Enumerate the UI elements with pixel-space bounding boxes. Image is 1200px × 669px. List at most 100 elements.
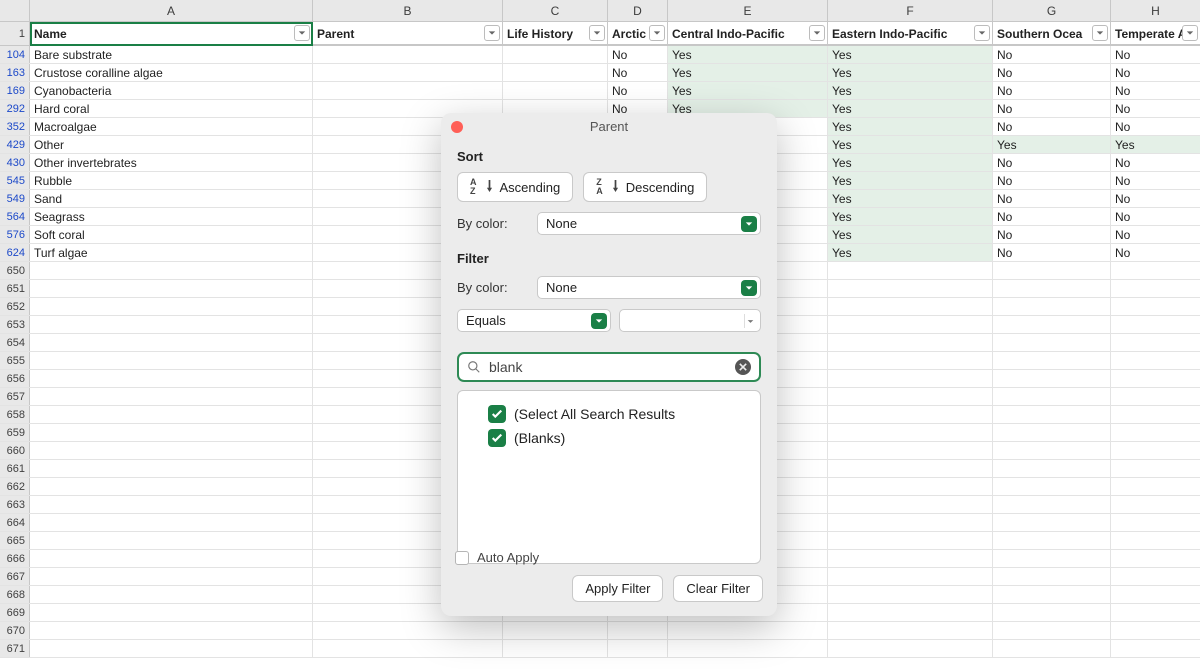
- cell[interactable]: Yes: [828, 100, 993, 117]
- cell[interactable]: No: [993, 226, 1111, 243]
- sort-by-color-select[interactable]: None: [537, 212, 761, 235]
- filter-condition-select[interactable]: Equals: [457, 309, 611, 332]
- cell[interactable]: [1111, 316, 1200, 333]
- cell[interactable]: No: [993, 190, 1111, 207]
- cell[interactable]: No: [1111, 172, 1200, 189]
- cell[interactable]: [993, 460, 1111, 477]
- cell[interactable]: [30, 298, 313, 315]
- row-header[interactable]: 665: [0, 532, 30, 549]
- select-all-corner[interactable]: [0, 0, 30, 21]
- cell[interactable]: [993, 586, 1111, 603]
- cell[interactable]: Macroalgae: [30, 118, 313, 135]
- cell[interactable]: [30, 568, 313, 585]
- row-header[interactable]: 1: [0, 22, 30, 45]
- cell[interactable]: [1111, 352, 1200, 369]
- row-header[interactable]: 651: [0, 280, 30, 297]
- cell[interactable]: [1111, 262, 1200, 279]
- row-header[interactable]: 664: [0, 514, 30, 531]
- row-header[interactable]: 667: [0, 568, 30, 585]
- header-cell-ta[interactable]: Temperate A: [1111, 22, 1200, 45]
- cell[interactable]: [828, 334, 993, 351]
- cell[interactable]: [1111, 424, 1200, 441]
- col-header-B[interactable]: B: [313, 0, 503, 21]
- cell[interactable]: [30, 280, 313, 297]
- cell[interactable]: [30, 622, 313, 639]
- cell[interactable]: [993, 514, 1111, 531]
- sort-descending-button[interactable]: ZA Descending: [583, 172, 707, 202]
- select-all-search-results[interactable]: (Select All Search Results: [488, 405, 750, 423]
- cell[interactable]: No: [993, 154, 1111, 171]
- cell[interactable]: [30, 442, 313, 459]
- cell[interactable]: [503, 46, 608, 63]
- row-header[interactable]: 657: [0, 388, 30, 405]
- row-header[interactable]: 104: [0, 46, 30, 63]
- header-cell-name[interactable]: Name: [30, 22, 313, 45]
- cell[interactable]: [993, 568, 1111, 585]
- filter-option-blanks[interactable]: (Blanks): [488, 429, 750, 447]
- cell[interactable]: [30, 334, 313, 351]
- cell[interactable]: [313, 82, 503, 99]
- cell[interactable]: [993, 334, 1111, 351]
- cell[interactable]: [828, 514, 993, 531]
- cell[interactable]: [993, 298, 1111, 315]
- row-header[interactable]: 661: [0, 460, 30, 477]
- cell[interactable]: No: [1111, 154, 1200, 171]
- cell[interactable]: [30, 460, 313, 477]
- cell[interactable]: Yes: [1111, 136, 1200, 153]
- cell[interactable]: No: [608, 82, 668, 99]
- col-header-C[interactable]: C: [503, 0, 608, 21]
- filter-dropdown-icon[interactable]: [809, 25, 825, 41]
- row-header[interactable]: 650: [0, 262, 30, 279]
- cell[interactable]: No: [1111, 46, 1200, 63]
- cell[interactable]: [1111, 586, 1200, 603]
- row-header[interactable]: 576: [0, 226, 30, 243]
- cell[interactable]: No: [1111, 226, 1200, 243]
- cell[interactable]: Yes: [828, 172, 993, 189]
- close-icon[interactable]: [451, 121, 463, 133]
- cell[interactable]: [993, 352, 1111, 369]
- cell[interactable]: Yes: [828, 226, 993, 243]
- cell[interactable]: [828, 388, 993, 405]
- cell[interactable]: [828, 532, 993, 549]
- clear-search-icon[interactable]: [735, 359, 751, 375]
- cell[interactable]: No: [1111, 118, 1200, 135]
- cell[interactable]: [30, 424, 313, 441]
- row-header[interactable]: 663: [0, 496, 30, 513]
- row-header[interactable]: 660: [0, 442, 30, 459]
- cell[interactable]: Rubble: [30, 172, 313, 189]
- row-header[interactable]: 655: [0, 352, 30, 369]
- cell[interactable]: Yes: [828, 46, 993, 63]
- filter-dropdown-icon[interactable]: [1092, 25, 1108, 41]
- cell[interactable]: [1111, 622, 1200, 639]
- cell[interactable]: No: [1111, 64, 1200, 81]
- cell[interactable]: Yes: [828, 118, 993, 135]
- cell[interactable]: [993, 478, 1111, 495]
- cell[interactable]: No: [608, 46, 668, 63]
- cell[interactable]: [993, 406, 1111, 423]
- cell[interactable]: [993, 424, 1111, 441]
- filter-dropdown-icon[interactable]: [589, 25, 605, 41]
- cell[interactable]: [30, 262, 313, 279]
- cell[interactable]: No: [993, 172, 1111, 189]
- cell[interactable]: [1111, 640, 1200, 657]
- cell[interactable]: [828, 424, 993, 441]
- cell[interactable]: No: [993, 46, 1111, 63]
- row-header[interactable]: 352: [0, 118, 30, 135]
- cell[interactable]: [993, 622, 1111, 639]
- cell[interactable]: [30, 388, 313, 405]
- row-header[interactable]: 429: [0, 136, 30, 153]
- cell[interactable]: No: [993, 64, 1111, 81]
- row-header[interactable]: 624: [0, 244, 30, 261]
- col-header-D[interactable]: D: [608, 0, 668, 21]
- cell[interactable]: [828, 316, 993, 333]
- cell[interactable]: No: [993, 82, 1111, 99]
- cell[interactable]: [30, 370, 313, 387]
- cell[interactable]: [1111, 568, 1200, 585]
- cell[interactable]: [1111, 514, 1200, 531]
- apply-filter-button[interactable]: Apply Filter: [572, 575, 663, 602]
- cell[interactable]: [30, 532, 313, 549]
- header-cell-cip[interactable]: Central Indo-Pacific: [668, 22, 828, 45]
- cell[interactable]: [30, 640, 313, 657]
- cell[interactable]: [993, 604, 1111, 621]
- col-header-A[interactable]: A: [30, 0, 313, 21]
